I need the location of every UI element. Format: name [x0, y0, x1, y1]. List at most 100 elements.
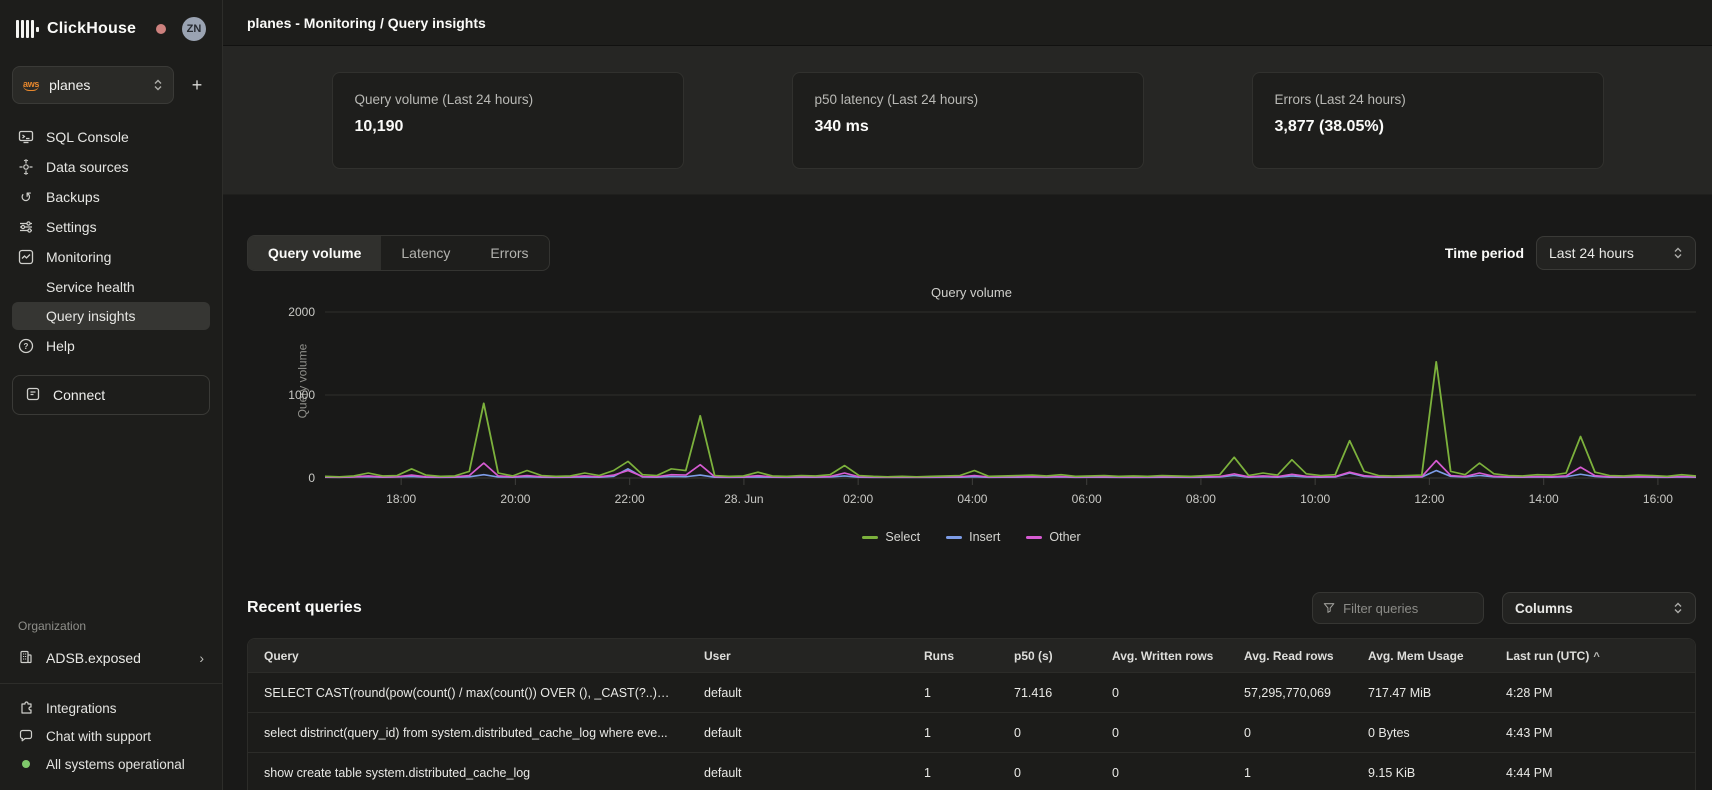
brand-name: ClickHouse	[47, 20, 136, 38]
connect-button[interactable]: Connect	[12, 375, 210, 415]
connect-icon	[25, 386, 41, 405]
column-header-query[interactable]: Query	[248, 649, 688, 663]
sidebar-item-backups[interactable]: ↺ Backups	[12, 182, 210, 212]
legend-item-insert: Insert	[946, 530, 1000, 544]
recording-status-dot	[156, 24, 166, 34]
table-row[interactable]: SELECT CAST(round(pow(count() / max(coun…	[248, 672, 1695, 712]
table-row[interactable]: show create table system.distributed_cac…	[248, 752, 1695, 790]
x-tick-label: 20:00	[500, 492, 530, 506]
sidebar-item-service-health[interactable]: Service health	[12, 273, 210, 301]
cell-avg-written: 0	[1096, 686, 1228, 700]
cell-last-run: 4:28 PM	[1490, 686, 1695, 700]
x-tick-label: 22:00	[615, 492, 645, 506]
building-icon	[18, 649, 34, 668]
columns-select-label: Columns	[1515, 601, 1673, 616]
chart-tabs: Query volume Latency Errors	[247, 235, 550, 271]
legend-swatch	[1026, 536, 1042, 539]
x-tick-label: 02:00	[843, 492, 873, 506]
column-header-avg-written-rows[interactable]: Avg. Written rows	[1096, 649, 1228, 663]
puzzle-icon	[18, 700, 34, 716]
columns-select[interactable]: Columns	[1502, 592, 1696, 624]
cell-avg-mem: 0 Bytes	[1352, 726, 1490, 740]
sidebar-item-integrations[interactable]: Integrations	[12, 694, 210, 722]
organization-selector[interactable]: ADSB.exposed ›	[12, 643, 210, 673]
time-period-select[interactable]: Last 24 hours	[1536, 236, 1696, 270]
stat-card-p50-latency: p50 latency (Last 24 hours) 340 ms	[792, 72, 1144, 169]
app-window: ClickHouse ZN aws planes + SQL Console	[0, 0, 1712, 790]
tab-latency[interactable]: Latency	[381, 236, 470, 270]
x-tick-label: 10:00	[1300, 492, 1330, 506]
sidebar-item-settings[interactable]: Settings	[12, 212, 210, 242]
time-period-value: Last 24 hours	[1549, 245, 1673, 261]
sidebar-item-monitoring[interactable]: Monitoring	[12, 242, 210, 272]
column-header-avg-read-rows[interactable]: Avg. Read rows	[1228, 649, 1352, 663]
sidebar-item-help[interactable]: ? Help	[12, 331, 210, 361]
aws-icon: aws	[23, 79, 39, 91]
svg-text:?: ?	[24, 342, 29, 351]
sliders-icon	[18, 219, 34, 235]
y-tick-2000: 2000	[288, 305, 315, 319]
sort-ascending-icon: ^	[1593, 651, 1599, 663]
service-selector[interactable]: aws planes	[12, 66, 174, 104]
column-header-user[interactable]: User	[688, 649, 908, 663]
sidebar-subitem-label: Query insights	[46, 308, 135, 324]
x-tick-label: 18:00	[386, 492, 416, 506]
legend-swatch	[946, 536, 962, 539]
cell-user: default	[688, 726, 908, 740]
x-tick-label: 04:00	[957, 492, 987, 506]
cell-user: default	[688, 686, 908, 700]
filter-queries-input[interactable]	[1343, 601, 1473, 616]
connect-label: Connect	[53, 387, 105, 403]
x-tick-label: 06:00	[1072, 492, 1102, 506]
tab-query-volume[interactable]: Query volume	[248, 236, 381, 270]
add-service-button[interactable]: +	[184, 72, 210, 98]
sidebar-nav: SQL Console Data sources ↺ Backups Setti…	[12, 122, 210, 361]
stat-value: 10,190	[355, 118, 661, 136]
brand-row: ClickHouse ZN	[12, 8, 210, 50]
stat-value: 3,877 (38.05%)	[1275, 118, 1581, 136]
footer-item-label: Chat with support	[46, 729, 151, 744]
data-sources-icon	[18, 159, 34, 175]
chevron-right-icon: ›	[199, 650, 204, 666]
cell-p50: 0	[998, 766, 1096, 780]
sidebar-item-sql-console[interactable]: SQL Console	[12, 122, 210, 152]
sidebar-item-query-insights[interactable]: Query insights	[12, 302, 210, 330]
column-header-p50[interactable]: p50 (s)	[998, 649, 1096, 663]
cell-user: default	[688, 766, 908, 780]
footer-item-label: All systems operational	[46, 757, 185, 772]
cell-avg-mem: 717.47 MiB	[1352, 686, 1490, 700]
cell-avg-read: 0	[1228, 726, 1352, 740]
cell-avg-read: 57,295,770,069	[1228, 686, 1352, 700]
stat-label: Errors (Last 24 hours)	[1275, 92, 1581, 107]
legend-item-other: Other	[1026, 530, 1080, 544]
chat-bubble-icon	[18, 728, 34, 744]
clickhouse-logo-icon[interactable]	[16, 20, 39, 38]
cell-avg-mem: 9.15 KiB	[1352, 766, 1490, 780]
cell-query: SELECT CAST(round(pow(count() / max(coun…	[248, 686, 688, 700]
cell-avg-written: 0	[1096, 726, 1228, 740]
user-avatar[interactable]: ZN	[182, 17, 206, 41]
column-header-last-run[interactable]: Last run (UTC)^	[1490, 649, 1695, 663]
sidebar-item-data-sources[interactable]: Data sources	[12, 152, 210, 182]
sidebar-divider	[0, 683, 222, 684]
sidebar-item-chat-support[interactable]: Chat with support	[12, 722, 210, 750]
cell-query: show create table system.distributed_cac…	[248, 766, 688, 780]
terminal-icon	[18, 129, 34, 145]
tab-errors[interactable]: Errors	[470, 236, 548, 270]
stat-label: Query volume (Last 24 hours)	[355, 92, 661, 107]
funnel-icon	[1323, 601, 1335, 615]
cell-last-run: 4:43 PM	[1490, 726, 1695, 740]
sidebar-item-label: SQL Console	[46, 129, 129, 145]
help-icon: ?	[18, 338, 34, 354]
table-row[interactable]: select distrinct(query_id) from system.d…	[248, 712, 1695, 752]
topbar: planes - Monitoring / Query insights	[223, 0, 1712, 46]
legend-swatch	[862, 536, 878, 539]
series-other-line	[325, 461, 1696, 478]
column-header-avg-mem-usage[interactable]: Avg. Mem Usage	[1352, 649, 1490, 663]
cell-runs: 1	[908, 766, 998, 780]
content: Query volume Latency Errors Time period …	[223, 195, 1712, 790]
time-period-label: Time period	[1445, 245, 1524, 261]
organization-name: ADSB.exposed	[46, 650, 141, 666]
sidebar-item-system-status[interactable]: All systems operational	[12, 750, 210, 778]
column-header-runs[interactable]: Runs	[908, 649, 998, 663]
